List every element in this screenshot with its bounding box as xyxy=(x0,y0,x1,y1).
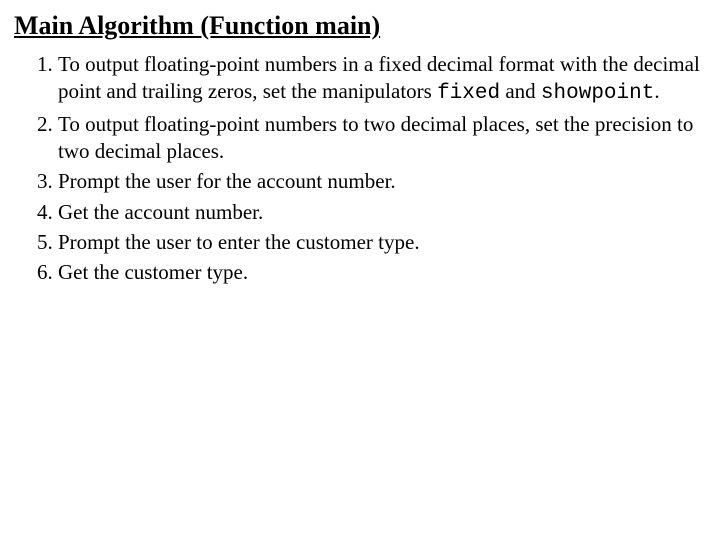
list-item-text: To output floating-point numbers to two … xyxy=(58,112,693,163)
algorithm-list: To output floating-point numbers in a fi… xyxy=(14,51,706,286)
list-item: Prompt the user for the account number. xyxy=(58,168,706,195)
page: Main Algorithm (Function main) To output… xyxy=(0,0,720,287)
list-item: Get the account number. xyxy=(58,199,706,226)
list-item: To output floating-point numbers in a fi… xyxy=(58,51,706,108)
list-item-text: Prompt the user for the account number. xyxy=(58,169,396,193)
list-item-text: and xyxy=(500,79,541,103)
list-item-text: Get the customer type. xyxy=(58,260,248,284)
list-item-text: Get the account number. xyxy=(58,200,263,224)
list-item: Get the customer type. xyxy=(58,259,706,286)
list-item: To output floating-point numbers to two … xyxy=(58,111,706,166)
page-title: Main Algorithm (Function main) xyxy=(14,10,706,41)
list-item-text: . xyxy=(654,79,659,103)
list-item-text: Prompt the user to enter the customer ty… xyxy=(58,230,420,254)
code-keyword: fixed xyxy=(437,82,500,105)
code-keyword: showpoint xyxy=(541,82,654,105)
list-item: Prompt the user to enter the customer ty… xyxy=(58,229,706,256)
